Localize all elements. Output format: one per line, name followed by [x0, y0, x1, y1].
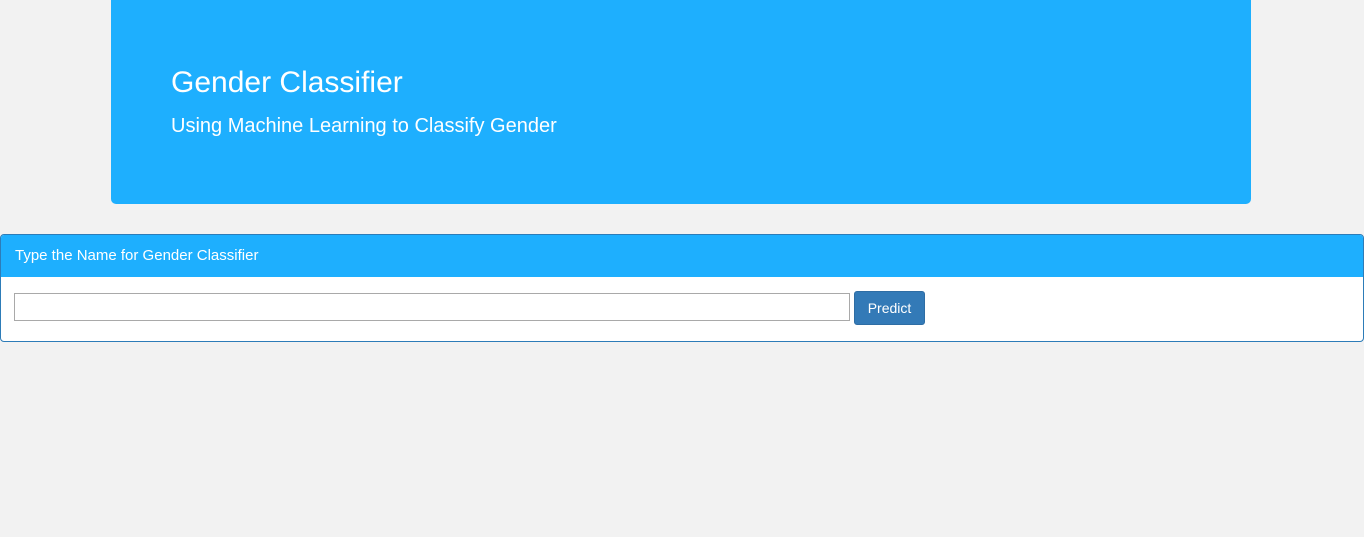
- panel-heading: Type the Name for Gender Classifier: [1, 235, 1363, 277]
- classifier-panel: Type the Name for Gender Classifier Pred…: [0, 234, 1364, 342]
- header-banner: Gender Classifier Using Machine Learning…: [111, 0, 1251, 204]
- panel-body: Predict: [1, 277, 1363, 341]
- page-title: Gender Classifier: [171, 66, 403, 99]
- page-subtitle: Using Machine Learning to Classify Gende…: [171, 115, 557, 137]
- predict-button[interactable]: Predict: [854, 291, 925, 325]
- name-input[interactable]: [14, 293, 850, 321]
